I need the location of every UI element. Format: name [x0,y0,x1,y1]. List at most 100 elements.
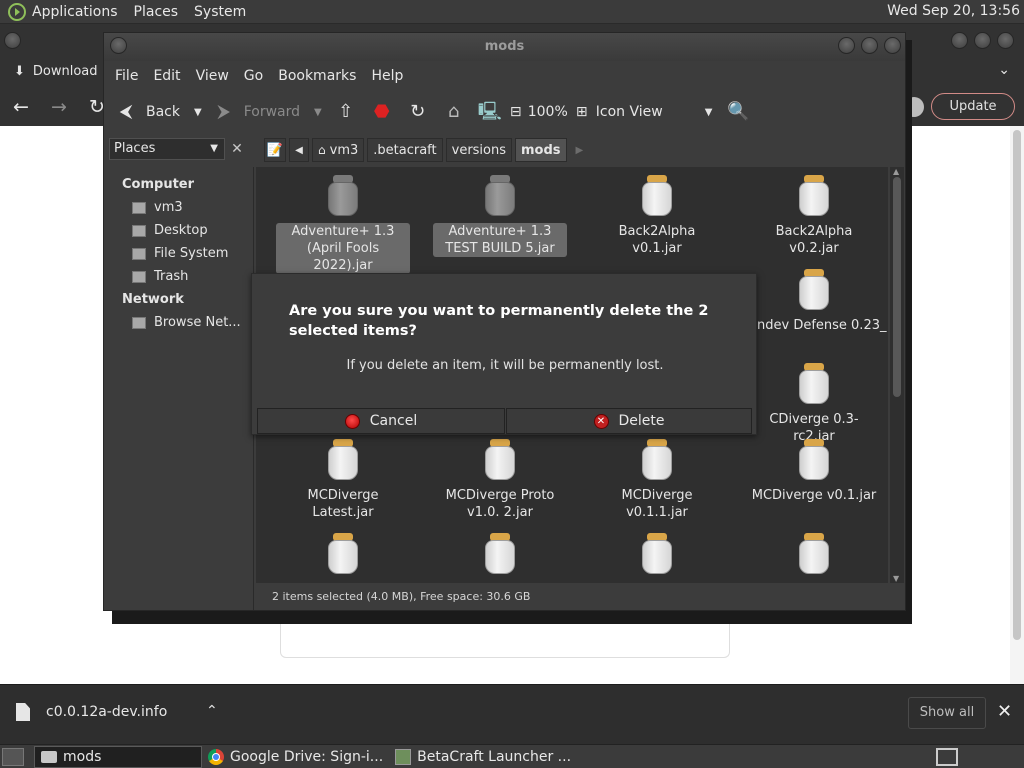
sidebar-item-desktop[interactable]: Desktop [132,223,208,238]
sidebar-item-trash[interactable]: Trash [132,269,188,284]
sidebar-item-vm3[interactable]: vm3 [132,200,183,215]
minimize-button[interactable] [838,37,855,54]
chrome-scroll-thumb[interactable] [1013,130,1021,640]
scroll-down-arrow-icon[interactable]: ▼ [893,574,899,583]
up-arrow-icon[interactable]: ⇧ [334,100,358,124]
network-icon [132,316,146,329]
tab-search-chevron-icon[interactable]: ⌄ [998,62,1010,78]
download-file-name: c0.0.12a-dev.info [46,704,168,720]
location-edit-toggle-icon[interactable]: 📝 [264,138,286,162]
menu-edit[interactable]: Edit [153,68,180,84]
file-item[interactable]: Back2Alpha v0.2.jar [747,175,881,257]
file-item[interactable]: Back2Alpha v0.1.jar [590,175,724,257]
file-item[interactable]: Adventure+ 1.3 TEST BUILD 5.jar [433,175,567,257]
system-menu[interactable]: System [194,4,246,20]
delete-button[interactable]: ✕ Delete [506,408,752,434]
back-history-chevron-icon[interactable]: ▼ [194,107,202,118]
gnome-foot-icon[interactable] [8,2,26,21]
computer-icon[interactable]: 🖳 [478,100,502,124]
file-name: ndev Defense 0.23_ 02.jar [757,318,888,333]
places-menu[interactable]: Places [134,4,179,20]
show-desktop-icon[interactable] [2,747,24,766]
window-titlebar[interactable]: mods [104,33,905,61]
search-icon[interactable]: 🔍 [726,100,750,124]
breadcrumb-scroll-right-icon[interactable]: ▶ [576,145,584,156]
file-item[interactable] [590,533,724,575]
file-item[interactable]: MCDiverge v0.1.jar [747,439,881,504]
stop-icon[interactable]: ⬣ [370,100,394,124]
zoom-out-icon[interactable]: ⊟ [504,100,528,124]
chrome-back-icon[interactable]: ← [10,96,32,118]
taskbar-item-mods[interactable]: mods [34,745,202,768]
breadcrumb-scroll-left-icon[interactable]: ◀ [289,138,309,162]
view-mode-select[interactable]: Icon View ▼ [596,104,713,120]
menu-view[interactable]: View [196,68,229,84]
home-folder-icon[interactable]: ⌂ [442,100,466,124]
back-label: Back [146,104,180,120]
chrome-minimize-button[interactable] [951,32,968,49]
zoom-in-icon[interactable]: ⊞ [570,100,594,124]
file-item[interactable] [747,533,881,575]
window-menu-button[interactable] [110,37,127,54]
scroll-thumb[interactable] [893,177,901,397]
taskbar-item-label: Google Drive: Sign-i... [230,748,384,765]
forward-arrow-icon: ⮞ [217,101,231,122]
jar-file-icon [484,175,516,217]
breadcrumb-vm3[interactable]: ⌂ vm3 [312,138,365,162]
jar-file-icon [798,175,830,217]
file-item[interactable]: Adventure+ 1.3 (April Fools 2022).jar [276,175,410,274]
jar-file-icon [798,269,830,311]
window-title: mods [484,39,525,54]
sidebar-item-label: Browse Net... [154,315,241,330]
file-name: Back2Alpha v0.2.jar [775,224,853,256]
breadcrumb-versions[interactable]: versions [445,138,513,162]
download-item[interactable]: c0.0.12a-dev.info [16,703,167,721]
download-shelf: c0.0.12a-dev.info ⌃ [0,684,1024,744]
file-item[interactable]: MCDiverge v0.1.1.jar [590,439,724,521]
show-all-button[interactable]: Show all [908,697,986,729]
chrome-forward-icon[interactable]: → [48,96,70,118]
file-item[interactable] [276,533,410,575]
chrome-window-menu-button[interactable] [4,32,21,49]
breadcrumb-mods[interactable]: mods [515,138,567,162]
breadcrumb-betacraft[interactable]: .betacraft [367,138,443,162]
file-item[interactable]: CDiverge 0.3-rc2.jar [747,363,881,445]
sidebar-item-file-system[interactable]: File System [132,246,228,261]
menu-bookmarks[interactable]: Bookmarks [278,68,356,84]
menu-go[interactable]: Go [244,68,263,84]
file-icon [16,703,30,721]
menu-file[interactable]: File [115,68,138,84]
menu-help[interactable]: Help [371,68,403,84]
icon-view-scrollbar[interactable]: ▲ ▼ [890,167,904,583]
close-button[interactable] [884,37,901,54]
download-options-chevron-icon[interactable]: ⌃ [206,703,218,719]
file-item[interactable]: ndev Defense 0.23_ 02.jar [747,269,888,334]
sidebar-type-select[interactable]: Places ▼ [109,138,225,160]
taskbar-item-betacraft[interactable]: BetaCraft Launcher ... [389,746,577,768]
clock[interactable]: Wed Sep 20, 13:56 [887,3,1020,19]
chrome-close-button[interactable] [997,32,1014,49]
cancel-icon [344,413,360,429]
file-item[interactable]: MCDiverge Latest.jar [276,439,410,521]
close-download-shelf-icon[interactable]: ✕ [997,701,1012,722]
close-sidebar-icon[interactable]: ✕ [228,139,246,159]
chrome-update-button[interactable]: Update [931,93,1015,120]
taskbar-item-google-drive[interactable]: Google Drive: Sign-i... [202,746,389,768]
applications-menu[interactable]: Applications [32,4,118,20]
forward-button[interactable]: ⮞ Forward ▼ [212,100,322,124]
file-item[interactable]: MCDiverge Proto v1.0. 2.jar [433,439,567,521]
reload-icon[interactable]: ↻ [406,100,430,124]
menubar: File Edit View Go Bookmarks Help [104,61,905,91]
back-button[interactable]: ⮜ Back ▼ [114,100,202,124]
sidebar-item-browse-network[interactable]: Browse Net... [132,315,241,330]
chrome-maximize-button[interactable] [974,32,991,49]
chrome-tab-downloads[interactable]: ⬇ Download [14,60,106,82]
cancel-button[interactable]: Cancel [257,408,505,434]
forward-history-chevron-icon[interactable]: ▼ [314,107,322,118]
home-folder-icon [132,201,146,214]
maximize-button[interactable] [861,37,878,54]
scroll-up-arrow-icon[interactable]: ▲ [893,167,899,176]
file-name: Adventure+ 1.3 TEST BUILD 5.jar [433,223,567,257]
file-item[interactable] [433,533,567,575]
workspace-switcher-icon[interactable] [936,748,958,766]
